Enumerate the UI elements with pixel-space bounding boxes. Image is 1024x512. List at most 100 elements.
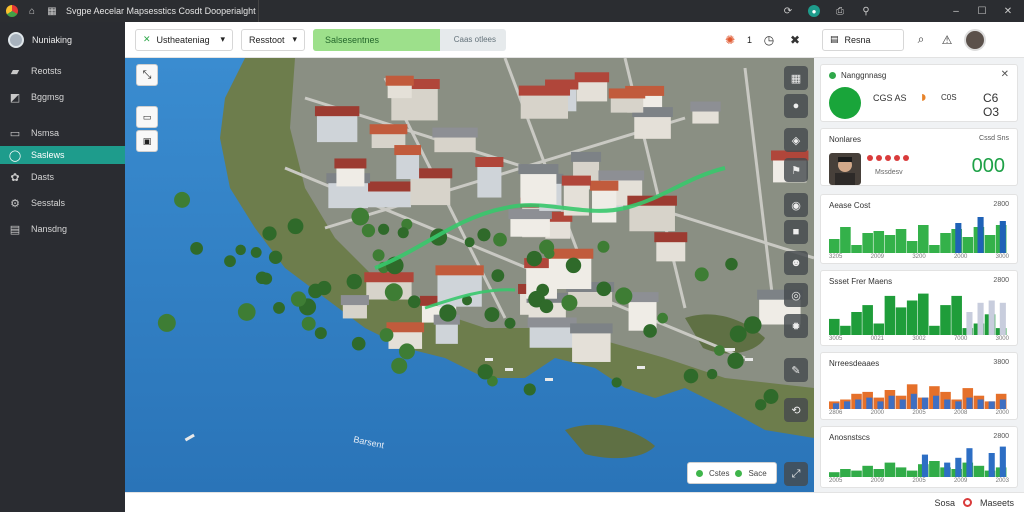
user-badge-icon[interactable]: ●: [808, 5, 820, 17]
person-avatar: [829, 153, 861, 185]
tree: [379, 328, 394, 342]
person-title: Nonlares: [829, 135, 862, 144]
layer-select[interactable]: ✕ Ustheateniag ▾: [135, 28, 233, 51]
tick-label: 2009: [870, 254, 885, 260]
fullscreen-button[interactable]: ⤡: [136, 64, 158, 86]
tree: [597, 240, 610, 253]
folder-icon: ▰: [10, 65, 20, 78]
building: [608, 88, 646, 113]
layers-button[interactable]: ▭: [136, 106, 158, 128]
bar: [888, 395, 895, 409]
link-icon[interactable]: ⚲: [860, 5, 872, 17]
rt-compass-button[interactable]: ◈: [784, 128, 808, 152]
rt-square-button[interactable]: ■: [784, 220, 808, 244]
clock-icon[interactable]: ◷: [760, 31, 778, 49]
tick-labels: 2005 2009 2005 2009 2003: [829, 478, 1009, 484]
sidebar-item-label: Nansdng: [31, 224, 68, 234]
analytics-panel: ▤ Resna ⌕ ⚠ Nanggnnasg ✕ CGS AS ◗ C0S C6…: [814, 22, 1024, 492]
rt-expand-button[interactable]: ⤢: [784, 462, 808, 486]
chart-card: Nrreesdeaaes 3800 2806 2000 2005 2008 2000: [820, 352, 1018, 420]
bar: [884, 295, 896, 335]
summary-title: Nanggnnasg: [841, 71, 887, 80]
rt-gear-button[interactable]: ✹: [784, 314, 808, 338]
chart-value: 2800: [993, 433, 1009, 440]
sidebar-item-2[interactable]: ▭ Nsmsa: [0, 120, 125, 146]
bar-chart: [829, 446, 1007, 477]
rt-refresh-button[interactable]: ⟲: [784, 398, 808, 422]
building: [574, 72, 610, 102]
rt-circle-button[interactable]: ●: [784, 94, 808, 118]
bar: [940, 305, 951, 335]
building: [432, 127, 478, 153]
home-icon[interactable]: ⌂: [26, 5, 38, 17]
print-icon[interactable]: ⎙: [834, 5, 846, 17]
tree: [596, 281, 612, 297]
bar: [840, 325, 851, 335]
chart-card: Aease Cost 2800 3205 2009 3200 2000 3000: [820, 194, 1018, 264]
panel-select[interactable]: ▤ Resna: [822, 28, 904, 51]
close-icon[interactable]: ✕: [1002, 5, 1014, 17]
bar: [851, 470, 862, 477]
bar: [988, 300, 995, 335]
inbox-icon: ▤: [9, 223, 21, 236]
map-canvas[interactable]: Barsent: [125, 58, 814, 492]
progress-label: Salsesentnes: [325, 34, 380, 45]
minimize-icon[interactable]: –: [950, 5, 962, 17]
bar: [862, 305, 873, 335]
rt-target-button[interactable]: ◎: [784, 283, 808, 307]
tools-icon[interactable]: ✖: [786, 31, 804, 49]
tick-label: 2009: [953, 478, 968, 484]
bell-icon[interactable]: ⚠: [938, 31, 956, 49]
tree: [384, 283, 403, 302]
building: [435, 265, 484, 307]
tree: [504, 317, 516, 329]
summary-card: Nanggnnasg ✕ CGS AS ◗ C0S C6 O3: [820, 64, 1018, 122]
tree: [397, 227, 409, 239]
bar: [999, 399, 1006, 409]
building: [334, 158, 367, 187]
sidebar-item-0[interactable]: ▰ Reotsts: [0, 58, 125, 84]
sidebar-header[interactable]: Nuniaking: [0, 22, 125, 58]
sidebar-item-3[interactable]: ◯ Saslews: [0, 146, 125, 164]
tree: [273, 301, 285, 314]
close-icon[interactable]: ✕: [1001, 69, 1009, 80]
bar: [840, 227, 851, 253]
rt-pin-button[interactable]: ⚑: [784, 158, 808, 182]
tree: [224, 255, 236, 268]
bar: [921, 454, 929, 477]
tree: [683, 368, 699, 384]
map-legend[interactable]: Cstes Sace: [687, 462, 777, 484]
search-icon[interactable]: ⌕: [912, 31, 930, 49]
rt-user-button[interactable]: ☻: [784, 251, 808, 275]
bar-chart: [829, 384, 1007, 409]
rt-grid-button[interactable]: ▦: [784, 66, 808, 90]
sidebar-item-label: Saslews: [31, 150, 65, 160]
bar: [933, 395, 940, 409]
bar: [873, 231, 885, 253]
rt-location-button[interactable]: ◉: [784, 193, 808, 217]
tree: [657, 312, 668, 324]
user-avatar[interactable]: [964, 28, 986, 51]
maximize-icon[interactable]: ☐: [976, 5, 988, 17]
tick-label: 3005: [829, 336, 843, 342]
sidebar-item-1[interactable]: ◩ Bggmsg: [0, 84, 125, 110]
sync-icon[interactable]: ⟳: [782, 5, 794, 17]
sidebar-item-4[interactable]: ✿ Dasts: [0, 164, 125, 190]
tree: [484, 307, 500, 322]
tree: [301, 316, 316, 331]
map-view[interactable]: Barsent ⤡ ▭ ▣ ▦ ● ◈ ⚑ ◉ ■ ☻ ◎ ✹ ✎ ⟲ ⤢ Cs…: [125, 58, 814, 492]
camera-button[interactable]: ▣: [136, 130, 158, 152]
rt-note-button[interactable]: ✎: [784, 358, 808, 382]
tree: [611, 377, 622, 388]
panel-select-icon: ▤: [830, 34, 839, 44]
layers-icon[interactable]: ▦: [46, 5, 58, 17]
palette-icon[interactable]: ✺: [721, 31, 739, 49]
rating-dot: [867, 155, 873, 161]
bar: [906, 241, 918, 253]
sidebar-item-6[interactable]: ▤ Nansdng: [0, 216, 125, 242]
tick-label: 3205: [829, 254, 843, 260]
map-toolbar: ✕ Ustheateniag ▾ Resstoot ▾ Salsesentnes…: [125, 22, 814, 58]
sidebar-item-5[interactable]: ⚙ Sesstals: [0, 190, 125, 216]
region-select[interactable]: Resstoot ▾: [241, 28, 305, 51]
sidebar: Nuniaking ▰ Reotsts ◩ Bggmsg ▭ Nsmsa ◯ Sasle…: [0, 22, 125, 512]
